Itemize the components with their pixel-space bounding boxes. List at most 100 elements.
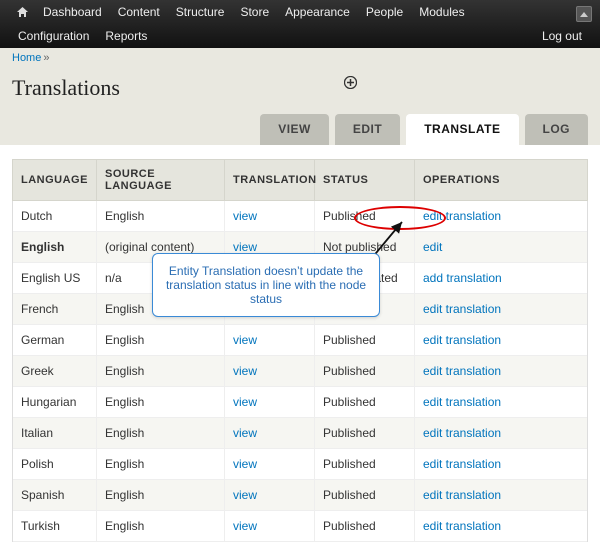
view-translation-link[interactable]: view [233,209,257,223]
menu-appearance[interactable]: Appearance [277,1,358,23]
source-language-cell: English [97,325,225,356]
tab-edit[interactable]: EDIT [335,114,400,145]
translation-cell: view [225,325,315,356]
table-row: PolishEnglish view Published edit translati… [13,449,588,480]
operations-cell: edit translation [415,387,588,418]
table-row: DutchEnglishviewPublishededit translatio… [13,201,588,232]
operation-link[interactable]: edit translation [423,426,501,440]
translation-cell: view [225,511,315,542]
column-header: LANGUAGE [13,160,97,201]
operations-cell: edit translation [415,511,588,542]
translation-cell: view [225,449,315,480]
operation-link[interactable]: edit translation [423,333,501,347]
language-cell: French [13,294,97,325]
menu-store[interactable]: Store [232,1,277,23]
operation-link[interactable]: edit translation [423,488,501,502]
table-header-row: LANGUAGESOURCE LANGUAGETRANSLATIONSTATUS… [13,160,588,201]
translation-cell: view [225,387,315,418]
annotation-text: Entity Translation doesn’t update the tr… [166,264,366,306]
operations-cell: edit translation [415,418,588,449]
admin-toolbar: Dashboard Content Structure Store Appear… [0,0,600,48]
toolbar-toggle-button[interactable] [576,6,592,22]
status-cell: Published [315,511,415,542]
operations-cell: edit translation [415,201,588,232]
translation-cell: view [225,356,315,387]
annotation-callout: Entity Translation doesn’t update the tr… [152,253,380,317]
operations-cell: edit translation [415,449,588,480]
status-cell: Published [315,387,415,418]
breadcrumb: Home» [12,50,588,66]
source-language-cell: English [97,480,225,511]
language-cell: Greek [13,356,97,387]
language-cell: Turkish [13,511,97,542]
translation-cell: view [225,418,315,449]
language-cell: English US [13,263,97,294]
view-translation-link[interactable]: view [233,519,257,533]
menu-content[interactable]: Content [110,1,168,23]
menu-modules[interactable]: Modules [411,1,472,23]
source-language-cell: English [97,449,225,480]
column-header: TRANSLATION [225,160,315,201]
operation-link[interactable]: edit translation [423,302,501,316]
operation-link[interactable]: edit translation [423,519,501,533]
column-header: SOURCE LANGUAGE [97,160,225,201]
table-row: TurkishEnglish view Published edit translat… [13,511,588,542]
page-title: Translations [12,75,120,101]
status-cell: Published [315,201,415,232]
logout-link[interactable]: Log out [534,25,590,47]
source-language-cell: English [97,201,225,232]
view-translation-link[interactable]: view [233,488,257,502]
menu-structure[interactable]: Structure [168,1,233,23]
operation-link[interactable]: edit translation [423,457,501,471]
operations-cell: edit translation [415,325,588,356]
operation-link[interactable]: edit translation [423,364,501,378]
tab-translate[interactable]: TRANSLATE [406,114,518,145]
view-translation-link[interactable]: view [233,364,257,378]
language-cell: Spanish [13,480,97,511]
table-row: ItalianEnglishviewPublishededit translat… [13,418,588,449]
status-cell: Published [315,325,415,356]
tab-log[interactable]: LOG [525,114,589,145]
translations-table: LANGUAGESOURCE LANGUAGETRANSLATIONSTATUS… [12,159,588,542]
table-row: GermanEnglish view Published edit translati… [13,325,588,356]
status-cell: Published [315,449,415,480]
source-language-cell: English [97,511,225,542]
menu-people[interactable]: People [358,1,411,23]
language-cell: Polish [13,449,97,480]
column-header: STATUS [315,160,415,201]
operations-cell: add translation [415,263,588,294]
operation-link[interactable]: edit translation [423,395,501,409]
main-content: LANGUAGESOURCE LANGUAGETRANSLATIONSTATUS… [0,145,600,546]
add-icon[interactable] [344,76,357,89]
tab-view[interactable]: VIEW [260,114,329,145]
operation-link[interactable]: edit [423,240,442,254]
menu-dashboard[interactable]: Dashboard [35,1,110,23]
operations-cell: edit translation [415,294,588,325]
menu-reports[interactable]: Reports [97,25,155,47]
view-translation-link[interactable]: view [233,395,257,409]
translation-cell: view [225,480,315,511]
breadcrumb-home[interactable]: Home [12,52,41,64]
breadcrumb-sep: » [41,52,49,64]
translation-cell: view [225,201,315,232]
view-translation-link[interactable]: view [233,240,257,254]
tabs: VIEWEDITTRANSLATELOG [12,114,588,145]
status-cell: Published [315,356,415,387]
menu-configuration[interactable]: Configuration [10,25,97,47]
view-translation-link[interactable]: view [233,333,257,347]
operations-cell: edit [415,232,588,263]
table-row: SpanishEnglishviewPublishededit translat… [13,480,588,511]
table-row: HungarianEnglishviewPublishededit transl… [13,387,588,418]
language-cell: Hungarian [13,387,97,418]
language-cell: German [13,325,97,356]
column-header: OPERATIONS [415,160,588,201]
view-translation-link[interactable]: view [233,426,257,440]
page-header: Home» Translations VIEWEDITTRANSLATELOG [0,48,600,145]
language-cell: English [13,232,97,263]
view-translation-link[interactable]: view [233,457,257,471]
operations-cell: edit translation [415,480,588,511]
operation-link[interactable]: edit translation [423,209,501,223]
operation-link[interactable]: add translation [423,271,502,285]
language-cell: Italian [13,418,97,449]
home-icon[interactable] [10,2,35,22]
